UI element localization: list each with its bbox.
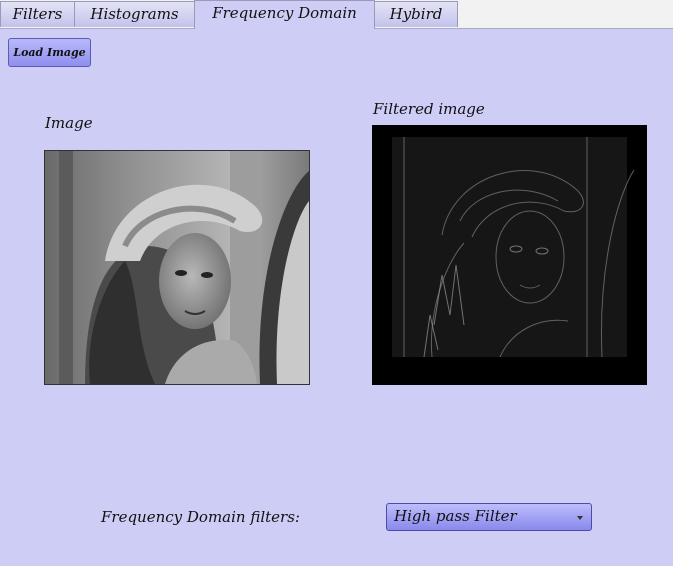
image-label: Image [45, 114, 93, 132]
tab-bar: Filters Histograms Frequency Domain Hybi… [0, 0, 673, 29]
filtered-image [372, 125, 647, 385]
filtered-image-label: Filtered image [373, 100, 485, 118]
original-image [44, 150, 310, 385]
tab-filters[interactable]: Filters [0, 1, 75, 27]
tab-histograms[interactable]: Histograms [74, 1, 195, 27]
tab-hybird[interactable]: Hybird [374, 1, 458, 27]
filter-select-value: High pass Filter [394, 507, 517, 525]
filter-select[interactable]: High pass Filter [386, 503, 592, 531]
frequency-domain-filters-label: Frequency Domain filters: [101, 508, 300, 526]
load-image-button[interactable]: Load Image [8, 38, 91, 67]
chevron-down-icon [577, 516, 583, 520]
tab-frequency-domain[interactable]: Frequency Domain [194, 0, 375, 29]
